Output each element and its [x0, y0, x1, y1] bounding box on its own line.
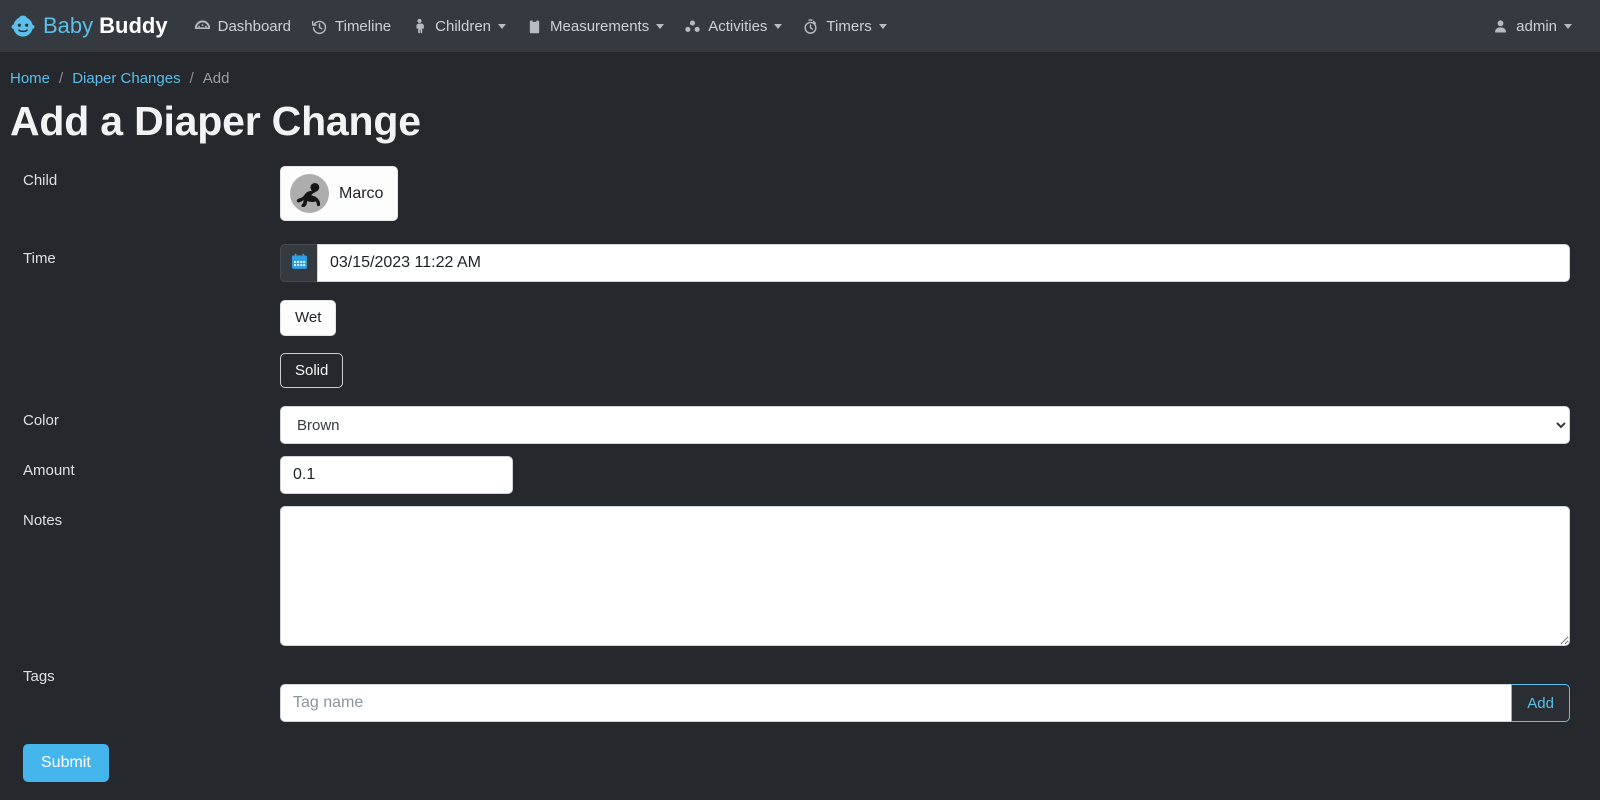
- breadcrumb-separator: /: [189, 70, 194, 87]
- nav-item-children-label: Children: [435, 17, 492, 35]
- color-label: Color: [23, 412, 59, 430]
- navbar-user-menu[interactable]: admin: [1482, 12, 1582, 41]
- gauge-icon: [194, 18, 211, 35]
- nav-item-measurements-label: Measurements: [550, 17, 650, 35]
- wet-label-spacer: [0, 300, 280, 306]
- time-input[interactable]: [317, 244, 1570, 283]
- child-select-button[interactable]: Marco: [280, 166, 399, 222]
- solid-label-spacer: [0, 353, 280, 359]
- tag-name-input[interactable]: [280, 684, 1512, 723]
- stopwatch-icon: [802, 18, 819, 35]
- breadcrumb-separator: /: [59, 70, 64, 87]
- amount-label: Amount: [23, 462, 75, 480]
- nav-item-admin-label: admin: [1516, 17, 1557, 35]
- form-row-child: Child Marco: [0, 166, 1600, 222]
- solid-toggle-button[interactable]: Solid: [280, 352, 344, 389]
- nav-item-measurements[interactable]: Measurements: [516, 12, 674, 41]
- nav-item-admin[interactable]: admin: [1482, 12, 1582, 41]
- wet-toggle-button[interactable]: Wet: [280, 300, 337, 336]
- child-icon: [411, 18, 428, 35]
- breadcrumb-item-home[interactable]: Home: [10, 70, 50, 87]
- brand-text-baby: Baby: [43, 13, 94, 38]
- nav-item-timeline[interactable]: Timeline: [301, 12, 401, 41]
- breadcrumb-item-add: Add: [202, 70, 230, 87]
- diaper-change-form: Child Marco Time 03/15/2023 11:22 AM Wet…: [0, 144, 1600, 783]
- chevron-down-icon: [656, 23, 665, 29]
- user-icon: [1492, 18, 1509, 35]
- submit-row: Submit: [0, 722, 1600, 783]
- nav-item-dashboard-label: Dashboard: [217, 17, 291, 35]
- clipboard-icon: [526, 18, 543, 35]
- tag-input-group: Add: [280, 684, 1570, 723]
- form-row-amount: Amount: [0, 456, 1600, 495]
- form-row-time: Time: [0, 244, 1600, 283]
- cubes-icon: [684, 18, 701, 35]
- chevron-down-icon: [774, 23, 783, 29]
- form-row-wet: Wet: [0, 300, 1600, 336]
- breadcrumb: Home / Diaper Changes / Add: [0, 52, 1600, 87]
- baby-face-logo-icon: [10, 13, 36, 39]
- color-select[interactable]: Brown: [280, 406, 1570, 445]
- nav-item-children[interactable]: Children: [401, 12, 516, 41]
- add-tag-button[interactable]: Add: [1511, 684, 1570, 723]
- nav-item-timers-label: Timers: [826, 17, 872, 35]
- chevron-down-icon: [1564, 23, 1572, 29]
- brand-text-buddy: Buddy: [99, 13, 168, 38]
- time-label: Time: [23, 250, 56, 268]
- amount-input[interactable]: [280, 456, 513, 495]
- notes-textarea[interactable]: [280, 506, 1570, 647]
- calendar-icon: [291, 253, 308, 274]
- chevron-down-icon: [878, 23, 887, 29]
- child-label: Child: [23, 172, 58, 190]
- history-icon: [311, 18, 328, 35]
- baby-crawling-icon: [290, 174, 329, 214]
- nav-item-timers[interactable]: Timers: [792, 12, 896, 41]
- form-row-tags: Tags Add: [0, 662, 1600, 723]
- page-title: Add a Diaper Change: [10, 98, 421, 144]
- submit-button[interactable]: Submit: [23, 744, 109, 783]
- calendar-icon-button[interactable]: [280, 244, 317, 283]
- nav-item-dashboard[interactable]: Dashboard: [184, 12, 301, 41]
- form-row-solid: Solid: [0, 352, 1600, 389]
- nav-item-timeline-label: Timeline: [335, 17, 392, 35]
- nav-item-activities[interactable]: Activities: [674, 12, 792, 41]
- form-row-color: Color Brown: [0, 406, 1600, 445]
- notes-label: Notes: [23, 512, 63, 530]
- brand-logo-link[interactable]: Baby Buddy: [10, 13, 168, 39]
- nav-item-activities-label: Activities: [708, 17, 768, 35]
- form-row-notes: Notes: [0, 506, 1600, 647]
- time-input-group: [280, 244, 1570, 283]
- navbar-menu: Dashboard Timeline Children Measurements…: [184, 12, 1483, 41]
- breadcrumb-item-diaper-changes[interactable]: Diaper Changes: [72, 70, 180, 87]
- child-name-label: Marco: [339, 184, 384, 202]
- main-navbar: Baby Buddy Dashboard Timeline Children M…: [0, 0, 1600, 52]
- chevron-down-icon: [498, 23, 507, 29]
- tags-label: Tags: [23, 668, 55, 686]
